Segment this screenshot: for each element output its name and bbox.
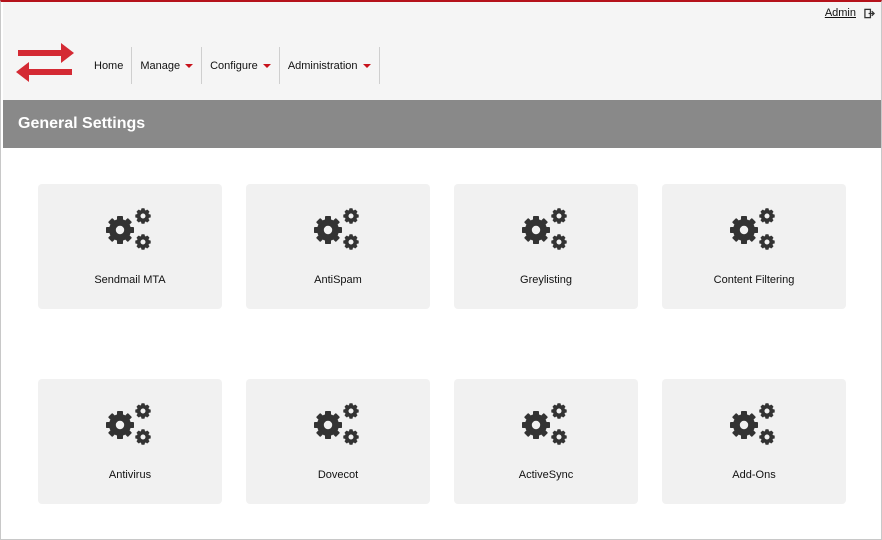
page-title: General Settings xyxy=(18,115,146,132)
gears-icon xyxy=(104,206,156,252)
tile-label: Sendmail MTA xyxy=(94,274,166,286)
top-header: Admin Home Manage Configure Administrati… xyxy=(3,2,881,100)
caret-down-icon xyxy=(185,64,194,68)
caret-down-icon xyxy=(262,64,271,68)
nav-manage[interactable]: Manage xyxy=(132,47,203,84)
nav-configure-label: Configure xyxy=(210,59,258,72)
nav-manage-label: Manage xyxy=(140,59,181,72)
nav-configure[interactable]: Configure xyxy=(202,47,280,84)
caret-down-icon xyxy=(362,64,371,68)
tile-greylisting[interactable]: Greylisting xyxy=(454,184,638,309)
tile-label: AntiSpam xyxy=(314,274,362,286)
gears-icon xyxy=(312,206,364,252)
nav-administration[interactable]: Administration xyxy=(280,47,380,84)
gears-icon xyxy=(520,206,572,252)
tile-label: Greylisting xyxy=(520,274,572,286)
gears-icon xyxy=(728,206,780,252)
tile-label: Add-Ons xyxy=(732,469,776,481)
gears-icon xyxy=(520,401,572,447)
tile-antivirus[interactable]: Antivirus xyxy=(38,379,222,504)
tile-add-ons[interactable]: Add-Ons xyxy=(662,379,846,504)
logout-icon[interactable] xyxy=(864,8,875,19)
brand-logo-arrows-icon[interactable] xyxy=(15,41,75,85)
nav-home-label: Home xyxy=(94,59,124,72)
title-bar: General Settings xyxy=(3,100,881,148)
tile-label: Dovecot xyxy=(317,469,359,481)
tile-content-filtering[interactable]: Content Filtering xyxy=(662,184,846,309)
nav-administration-label: Administration xyxy=(287,59,358,72)
gears-icon xyxy=(104,401,156,447)
tile-activesync[interactable]: ActiveSync xyxy=(454,379,638,504)
tile-dovecot[interactable]: Dovecot xyxy=(246,379,430,504)
user-area: Admin xyxy=(825,5,875,21)
gears-icon xyxy=(728,401,780,447)
admin-user-link[interactable]: Admin xyxy=(825,7,856,19)
tile-antispam[interactable]: AntiSpam xyxy=(246,184,430,309)
nav-home[interactable]: Home xyxy=(86,47,133,84)
gears-icon xyxy=(312,401,364,447)
tile-label: Content Filtering xyxy=(713,274,795,286)
tile-label: ActiveSync xyxy=(518,469,574,481)
main-nav: Home Manage Configure Administration xyxy=(86,47,380,84)
tile-sendmail-mta[interactable]: Sendmail MTA xyxy=(38,184,222,309)
settings-grid: Sendmail MTA AntiSpam Greylisting Conten… xyxy=(1,148,881,538)
app-frame: Admin Home Manage Configure Administrati… xyxy=(0,0,882,540)
tile-label: Antivirus xyxy=(108,469,152,481)
